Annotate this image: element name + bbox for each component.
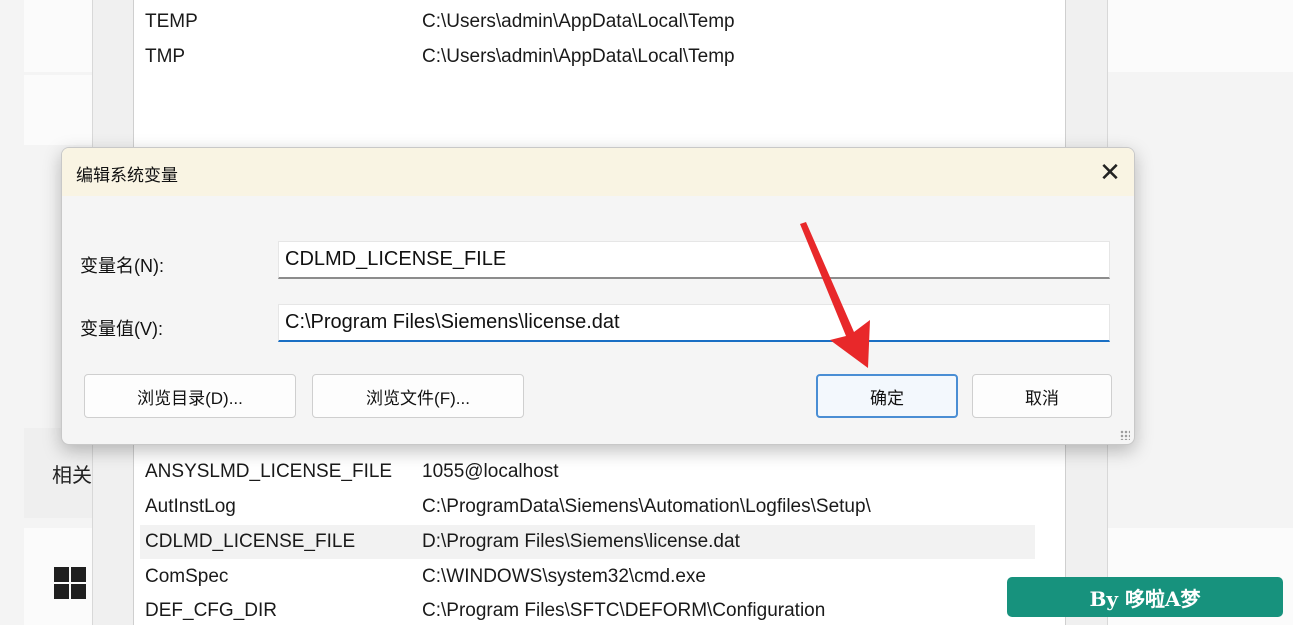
env-var-name: CDLMD_LICENSE_FILE xyxy=(145,531,356,552)
env-var-row[interactable]: TMP C:\Users\admin\AppData\Local\Temp xyxy=(140,40,1035,74)
dialog-titlebar[interactable]: 编辑系统变量 ✕ xyxy=(62,148,1134,196)
author-watermark: By 哆啦A梦 xyxy=(1007,577,1283,617)
env-var-row[interactable]: AutInstLog C:\ProgramData\Siemens\Automa… xyxy=(140,490,1035,524)
close-icon[interactable]: ✕ xyxy=(1092,154,1128,190)
ok-button[interactable]: 确定 xyxy=(816,374,958,418)
env-var-value: C:\WINDOWS\system32\cmd.exe xyxy=(422,566,706,587)
env-var-value: D:\Program Files\Siemens\license.dat xyxy=(422,531,740,552)
watermark-text: By 哆啦A梦 xyxy=(1089,586,1201,611)
edit-system-variable-dialog: 编辑系统变量 ✕ 变量名(N): 变量值(V): 浏览目录(D)... 浏览文件… xyxy=(61,147,1135,445)
red-arrow-pointer-icon xyxy=(800,222,870,368)
dialog-title: 编辑系统变量 xyxy=(76,166,178,185)
settings-card xyxy=(1106,0,1293,72)
env-var-name: DEF_CFG_DIR xyxy=(145,600,277,621)
browse-file-label: 浏览文件(F)... xyxy=(366,388,470,408)
env-var-name: TMP xyxy=(145,46,186,67)
related-label: 相关 xyxy=(52,465,92,487)
settings-card xyxy=(24,0,94,72)
env-var-name: AutInstLog xyxy=(145,496,236,517)
env-var-value: C:\ProgramData\Siemens\Automation\Logfil… xyxy=(422,496,871,517)
cancel-button[interactable]: 取消 xyxy=(972,374,1112,418)
variable-value-label: 变量值(V): xyxy=(80,319,163,339)
windows-start-icon[interactable] xyxy=(54,567,86,599)
env-var-row[interactable]: TEMP C:\Users\admin\AppData\Local\Temp xyxy=(140,5,1035,39)
settings-card xyxy=(24,75,94,145)
env-var-row-selected[interactable]: CDLMD_LICENSE_FILE D:\Program Files\Siem… xyxy=(140,525,1035,559)
resize-grip-icon[interactable] xyxy=(1120,430,1130,440)
variable-value-input[interactable] xyxy=(278,304,1110,342)
env-var-value: C:\Users\admin\AppData\Local\Temp xyxy=(422,11,735,32)
screen: 相关 TEMP C:\Users\admin\AppData\Local\Tem… xyxy=(0,0,1293,625)
env-var-name: ComSpec xyxy=(145,566,229,587)
variable-name-input[interactable] xyxy=(278,241,1110,279)
env-var-name: ANSYSLMD_LICENSE_FILE xyxy=(145,461,393,482)
variable-name-label: 变量名(N): xyxy=(80,256,164,276)
env-var-row[interactable]: DEF_CFG_DIR C:\Program Files\SFTC\DEFORM… xyxy=(140,594,1035,625)
env-var-value: C:\Users\admin\AppData\Local\Temp xyxy=(422,46,735,67)
browse-directory-button[interactable]: 浏览目录(D)... xyxy=(84,374,296,418)
env-var-row[interactable]: ComSpec C:\WINDOWS\system32\cmd.exe xyxy=(140,560,1035,594)
env-var-value: 1055@localhost xyxy=(422,461,559,482)
env-var-value: C:\Program Files\SFTC\DEFORM\Configurati… xyxy=(422,600,826,621)
cancel-label: 取消 xyxy=(1025,388,1059,408)
ok-label: 确定 xyxy=(870,388,904,408)
env-var-name: TEMP xyxy=(145,11,198,32)
browse-directory-label: 浏览目录(D)... xyxy=(137,388,243,408)
env-var-row[interactable]: ANSYSLMD_LICENSE_FILE 1055@localhost xyxy=(140,455,1035,489)
browse-file-button[interactable]: 浏览文件(F)... xyxy=(312,374,524,418)
